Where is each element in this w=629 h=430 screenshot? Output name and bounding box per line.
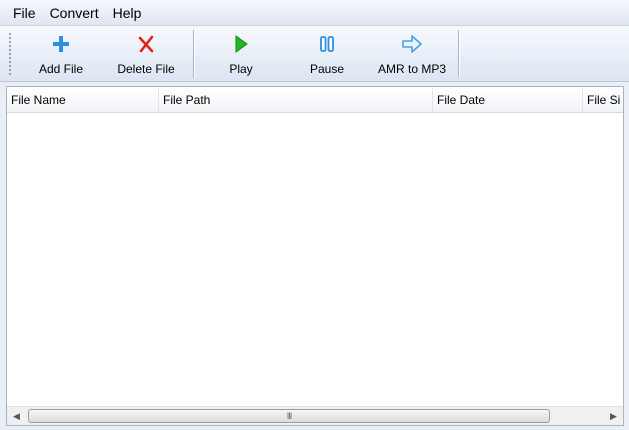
list-header: File Name File Path File Date File Si bbox=[7, 87, 623, 113]
x-icon bbox=[134, 32, 158, 56]
play-button[interactable]: Play bbox=[213, 28, 269, 80]
amr-to-mp3-label: AMR to MP3 bbox=[377, 62, 446, 76]
thumb-grip: III bbox=[286, 411, 292, 421]
toolbar-separator bbox=[193, 30, 194, 78]
play-icon bbox=[229, 32, 253, 56]
column-header-file-date[interactable]: File Date bbox=[433, 87, 583, 113]
delete-file-label: Delete File bbox=[117, 62, 175, 76]
pause-label: Pause bbox=[309, 62, 345, 76]
play-label: Play bbox=[229, 62, 253, 76]
plus-icon bbox=[49, 32, 73, 56]
column-header-file-size[interactable]: File Si bbox=[583, 87, 623, 113]
column-header-file-name[interactable]: File Name bbox=[7, 87, 159, 113]
toolbar-grip[interactable] bbox=[8, 32, 12, 76]
scroll-right-icon[interactable]: ▶ bbox=[604, 407, 623, 425]
file-list[interactable]: File Name File Path File Date File Si ◀ … bbox=[6, 86, 624, 426]
column-header-file-path[interactable]: File Path bbox=[159, 87, 433, 113]
horizontal-scrollbar[interactable]: ◀ III ▶ bbox=[7, 406, 623, 425]
add-file-button[interactable]: Add File bbox=[30, 28, 92, 80]
amr-to-mp3-button[interactable]: AMR to MP3 bbox=[370, 28, 454, 80]
menu-file[interactable]: File bbox=[6, 2, 43, 24]
scrollbar-thumb[interactable]: III bbox=[28, 409, 550, 423]
menu-bar: File Convert Help bbox=[0, 0, 629, 26]
scroll-left-icon[interactable]: ◀ bbox=[7, 407, 26, 425]
arrow-right-icon bbox=[400, 32, 424, 56]
delete-file-button[interactable]: Delete File bbox=[110, 28, 182, 80]
add-file-label: Add File bbox=[38, 62, 84, 76]
pause-icon bbox=[315, 32, 339, 56]
pause-button[interactable]: Pause bbox=[298, 28, 356, 80]
list-rows[interactable] bbox=[7, 113, 623, 405]
menu-convert[interactable]: Convert bbox=[43, 2, 106, 24]
menu-help[interactable]: Help bbox=[106, 2, 149, 24]
toolbar-separator bbox=[458, 30, 459, 78]
toolbar: Add File Delete File Play Pause AMR to M… bbox=[0, 26, 629, 82]
